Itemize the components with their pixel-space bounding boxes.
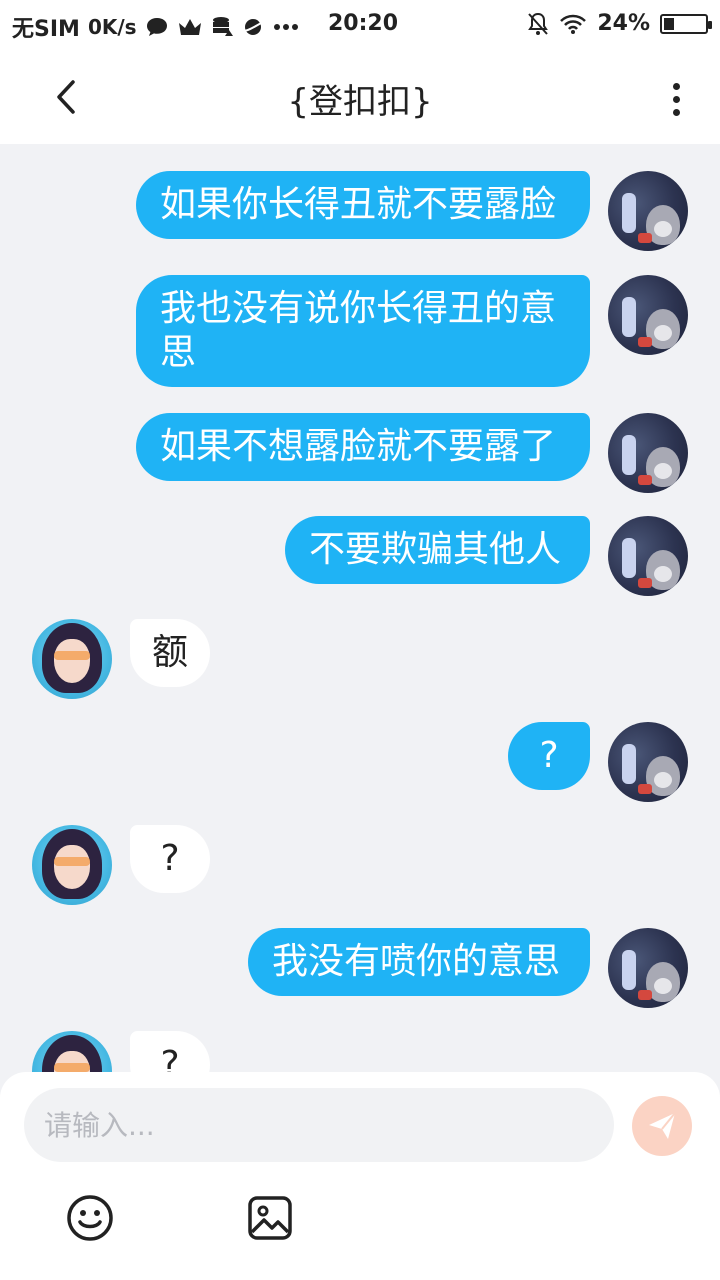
message-row: 额 bbox=[32, 619, 210, 699]
vertical-dots-icon bbox=[672, 82, 680, 90]
chat-bubble-icon bbox=[145, 16, 169, 38]
image-button[interactable] bbox=[246, 1194, 294, 1242]
battery-percent: 24% bbox=[597, 11, 650, 36]
mute-bell-icon bbox=[527, 12, 549, 36]
message-bubble[interactable]: 不要欺骗其他人 bbox=[285, 516, 590, 584]
contact-avatar[interactable] bbox=[32, 619, 112, 699]
smiley-icon bbox=[67, 1195, 113, 1241]
message-row: 如果不想露脸就不要露了 bbox=[136, 413, 688, 493]
message-row: ? bbox=[32, 825, 210, 905]
message-bubble[interactable]: ? bbox=[508, 722, 590, 790]
my-avatar[interactable] bbox=[608, 722, 688, 802]
database-icon bbox=[211, 16, 233, 38]
message-bubble[interactable]: 我没有喷你的意思 bbox=[248, 928, 590, 996]
send-button[interactable] bbox=[632, 1096, 692, 1156]
message-bubble[interactable]: 额 bbox=[130, 619, 210, 687]
message-bubble[interactable]: 如果不想露脸就不要露了 bbox=[136, 413, 590, 481]
more-dots-icon bbox=[273, 23, 299, 31]
sim-status: 无SIM bbox=[12, 17, 80, 42]
chat-title: {登扣扣} bbox=[287, 82, 433, 122]
emoji-button[interactable] bbox=[66, 1194, 114, 1242]
more-options-button[interactable] bbox=[656, 74, 696, 124]
battery-icon bbox=[660, 13, 712, 34]
message-bubble[interactable]: ? bbox=[130, 825, 210, 893]
status-bar: 无SIM 0K/s 20:20 24% bbox=[0, 0, 720, 50]
contact-avatar[interactable] bbox=[32, 1031, 112, 1074]
message-input[interactable] bbox=[24, 1088, 614, 1162]
message-row: 我也没有说你长得丑的意思 bbox=[136, 275, 688, 387]
message-row: ? bbox=[508, 722, 688, 802]
message-row: 我没有喷你的意思 bbox=[248, 928, 688, 1008]
my-avatar[interactable] bbox=[608, 171, 688, 251]
contact-avatar[interactable] bbox=[32, 825, 112, 905]
message-row: 不要欺骗其他人 bbox=[285, 516, 688, 596]
message-row: ? bbox=[32, 1031, 210, 1074]
message-bubble[interactable]: ? bbox=[130, 1031, 210, 1074]
wifi-icon bbox=[559, 13, 587, 35]
composer-panel bbox=[0, 1072, 720, 1280]
my-avatar[interactable] bbox=[608, 516, 688, 596]
my-avatar[interactable] bbox=[608, 928, 688, 1008]
message-bubble[interactable]: 如果你长得丑就不要露脸 bbox=[136, 171, 590, 239]
paper-plane-icon bbox=[649, 1112, 676, 1139]
message-bubble[interactable]: 我也没有说你长得丑的意思 bbox=[136, 275, 590, 387]
message-row: 如果你长得丑就不要露脸 bbox=[136, 171, 688, 251]
chat-header: {登扣扣} bbox=[0, 50, 720, 144]
planet-icon bbox=[241, 16, 265, 38]
my-avatar[interactable] bbox=[608, 275, 688, 355]
network-speed: 0K/s bbox=[87, 15, 137, 39]
clock: 20:20 bbox=[328, 11, 399, 36]
message-list[interactable]: 如果你长得丑就不要露脸 我也没有说你长得丑的意思 如果不想露脸就不要露了 不要欺… bbox=[0, 144, 720, 1074]
crown-icon bbox=[177, 17, 203, 37]
image-icon bbox=[248, 1196, 292, 1240]
my-avatar[interactable] bbox=[608, 413, 688, 493]
